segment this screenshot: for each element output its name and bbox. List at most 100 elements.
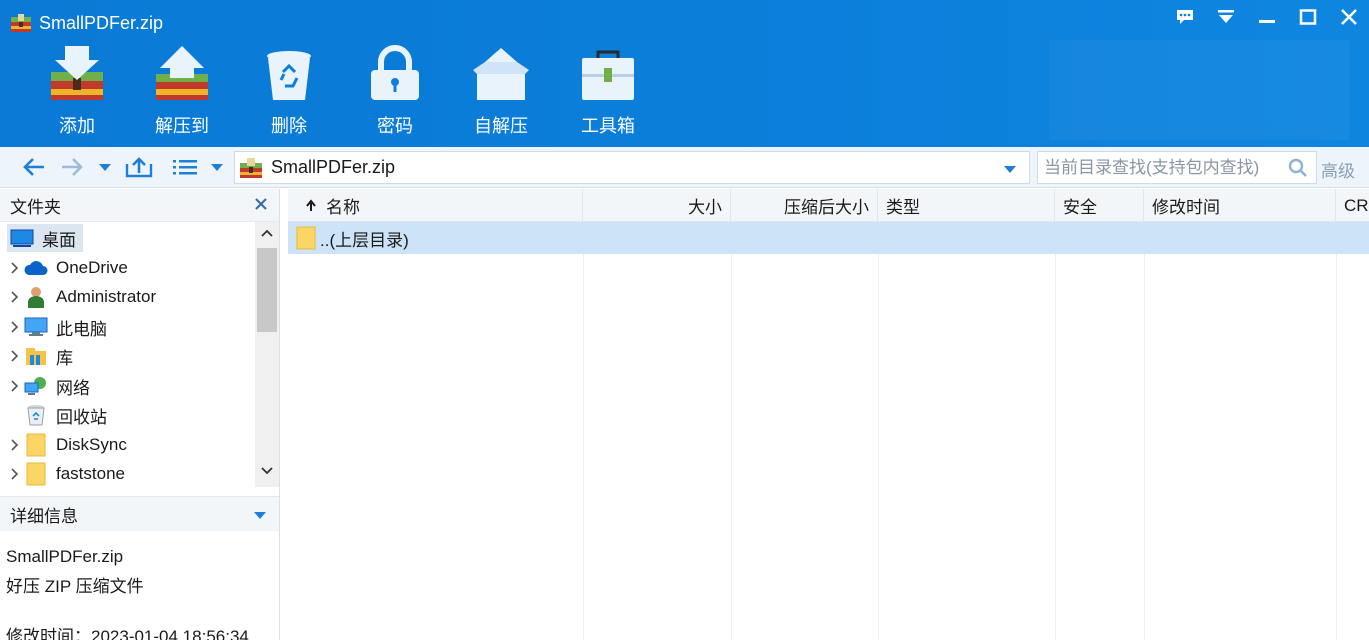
up-folder-button[interactable] <box>124 155 154 179</box>
tree-item-label: DiskSync <box>56 435 127 454</box>
arrow-left-icon <box>23 158 44 176</box>
tree-item-label: faststone <box>56 464 125 483</box>
column-header-row: 名称 大小 压缩后大小 类型 安全 修改时间 CR <box>288 189 1369 222</box>
list-view-icon <box>173 160 197 175</box>
chevron-down-icon[interactable] <box>260 466 274 476</box>
password-button[interactable]: 密码 <box>342 44 448 144</box>
tree-item-label: Administrator <box>56 287 157 306</box>
column-header-label: CR <box>1344 195 1369 215</box>
recycle-bin-icon <box>24 404 48 426</box>
tree-item-faststone[interactable]: faststone <box>0 460 255 487</box>
chevron-down-icon[interactable] <box>1003 164 1017 174</box>
self-extract-button[interactable]: 自解压 <box>448 44 554 144</box>
extract-to-icon <box>156 46 208 100</box>
tree-item-disksync[interactable]: DiskSync <box>0 431 255 459</box>
address-bar: SmallPDFer.zip 高级 <box>0 147 1369 188</box>
scrollbar-thumb[interactable] <box>257 248 277 332</box>
search-icon[interactable] <box>1288 158 1308 178</box>
close-button[interactable] <box>1328 4 1369 30</box>
arrow-right-icon <box>62 158 83 176</box>
chevron-right-icon[interactable] <box>8 439 22 451</box>
details-filename: SmallPDFer.zip <box>6 547 124 566</box>
view-mode-button[interactable] <box>170 155 200 179</box>
column-header-name[interactable]: 名称 <box>288 189 583 222</box>
maximize-button[interactable] <box>1287 4 1328 30</box>
self-extract-box-icon <box>473 48 529 100</box>
cloud-icon <box>24 257 48 279</box>
search-box <box>1037 151 1317 184</box>
add-button[interactable]: 添加 <box>24 44 130 144</box>
user-icon <box>24 286 48 308</box>
extract-to-button[interactable]: 解压到 <box>129 44 235 144</box>
add-label: 添加 <box>59 116 95 136</box>
feedback-button[interactable] <box>1164 4 1205 30</box>
path-text: SmallPDFer.zip <box>271 157 396 177</box>
self-extract-label: 自解压 <box>474 116 528 136</box>
column-header-crc[interactable]: CR <box>1336 189 1369 222</box>
column-header-size[interactable]: 大小 <box>583 189 731 222</box>
chevron-right-icon[interactable] <box>8 350 22 362</box>
chevron-up-icon[interactable] <box>260 228 274 238</box>
toolbox-label: 工具箱 <box>581 116 635 136</box>
network-icon <box>24 375 48 397</box>
tree-item-this-pc[interactable]: 此电脑 <box>0 313 255 341</box>
tree-item-label: 桌面 <box>42 230 76 250</box>
history-dropdown-button[interactable] <box>96 155 114 179</box>
tree-item-label: OneDrive <box>56 258 128 277</box>
chevron-right-icon[interactable] <box>8 380 22 392</box>
forward-button[interactable] <box>58 155 86 179</box>
tree-item-desktop[interactable]: 桌面 <box>0 224 255 252</box>
path-field[interactable]: SmallPDFer.zip <box>234 151 1030 184</box>
add-archive-icon <box>51 46 103 100</box>
window-title: SmallPDFer.zip <box>10 11 163 35</box>
password-label: 密码 <box>377 116 413 136</box>
tree-item-onedrive[interactable]: OneDrive <box>0 254 255 282</box>
menu-button[interactable] <box>1205 4 1246 30</box>
folder-up-icon <box>125 157 153 178</box>
folder-icon <box>24 462 48 486</box>
recycle-bin-icon <box>267 51 311 100</box>
details-modified: 修改时间：2023-01-04 18:56:34 <box>6 627 249 640</box>
tree-item-administrator[interactable]: Administrator <box>0 283 255 311</box>
column-header-compressed-size[interactable]: 压缩后大小 <box>731 189 878 222</box>
title-bar: SmallPDFer.zip 添加 解压到 删除 密码 自解压 工具箱 <box>0 0 1369 147</box>
chevron-right-icon[interactable] <box>8 262 22 274</box>
column-header-label: 名称 <box>326 198 360 217</box>
chevron-right-icon[interactable] <box>8 291 22 303</box>
toolbox-button[interactable]: 工具箱 <box>555 44 661 144</box>
view-mode-dropdown-button[interactable] <box>208 155 226 179</box>
column-header-label: 类型 <box>886 198 920 217</box>
tree-item-label: 回收站 <box>56 407 107 427</box>
computer-icon <box>24 316 48 338</box>
tree-item-network[interactable]: 网络 <box>0 372 255 400</box>
tree-item-label: 库 <box>56 348 73 368</box>
table-row-parent-directory[interactable]: ..(上层目录) <box>288 222 1369 254</box>
back-button[interactable] <box>20 155 48 179</box>
extract-to-label: 解压到 <box>155 116 209 136</box>
zip-archive-icon <box>240 157 262 178</box>
folder-icon <box>24 433 48 457</box>
column-header-modified[interactable]: 修改时间 <box>1144 189 1336 222</box>
chevron-right-icon[interactable] <box>8 468 22 480</box>
search-input[interactable] <box>1038 152 1278 183</box>
column-header-label: 修改时间 <box>1152 198 1220 217</box>
details-panel-header[interactable]: 详细信息 <box>0 496 279 531</box>
advanced-search-link[interactable]: 高级 <box>1321 157 1355 182</box>
column-header-security[interactable]: 安全 <box>1055 189 1144 222</box>
chevron-right-icon[interactable] <box>8 321 22 333</box>
chevron-down-icon[interactable] <box>253 511 267 520</box>
menu-dropdown-icon <box>1217 10 1234 23</box>
tree-item-label: 网络 <box>56 378 90 398</box>
chevron-down-icon <box>99 164 111 171</box>
lock-icon <box>371 45 419 100</box>
folder-icon <box>296 226 316 250</box>
tree-item-recycle-bin[interactable]: 回收站 <box>0 401 255 429</box>
delete-button[interactable]: 删除 <box>236 44 342 144</box>
tree-item-library[interactable]: 库 <box>0 342 255 370</box>
row-name: ..(上层目录) <box>320 230 409 250</box>
column-header-type[interactable]: 类型 <box>878 189 1055 222</box>
tree-scrollbar[interactable] <box>255 222 279 487</box>
minimize-button[interactable] <box>1246 4 1287 30</box>
column-header-label: 压缩后大小 <box>784 198 869 217</box>
close-icon[interactable] <box>253 196 269 212</box>
